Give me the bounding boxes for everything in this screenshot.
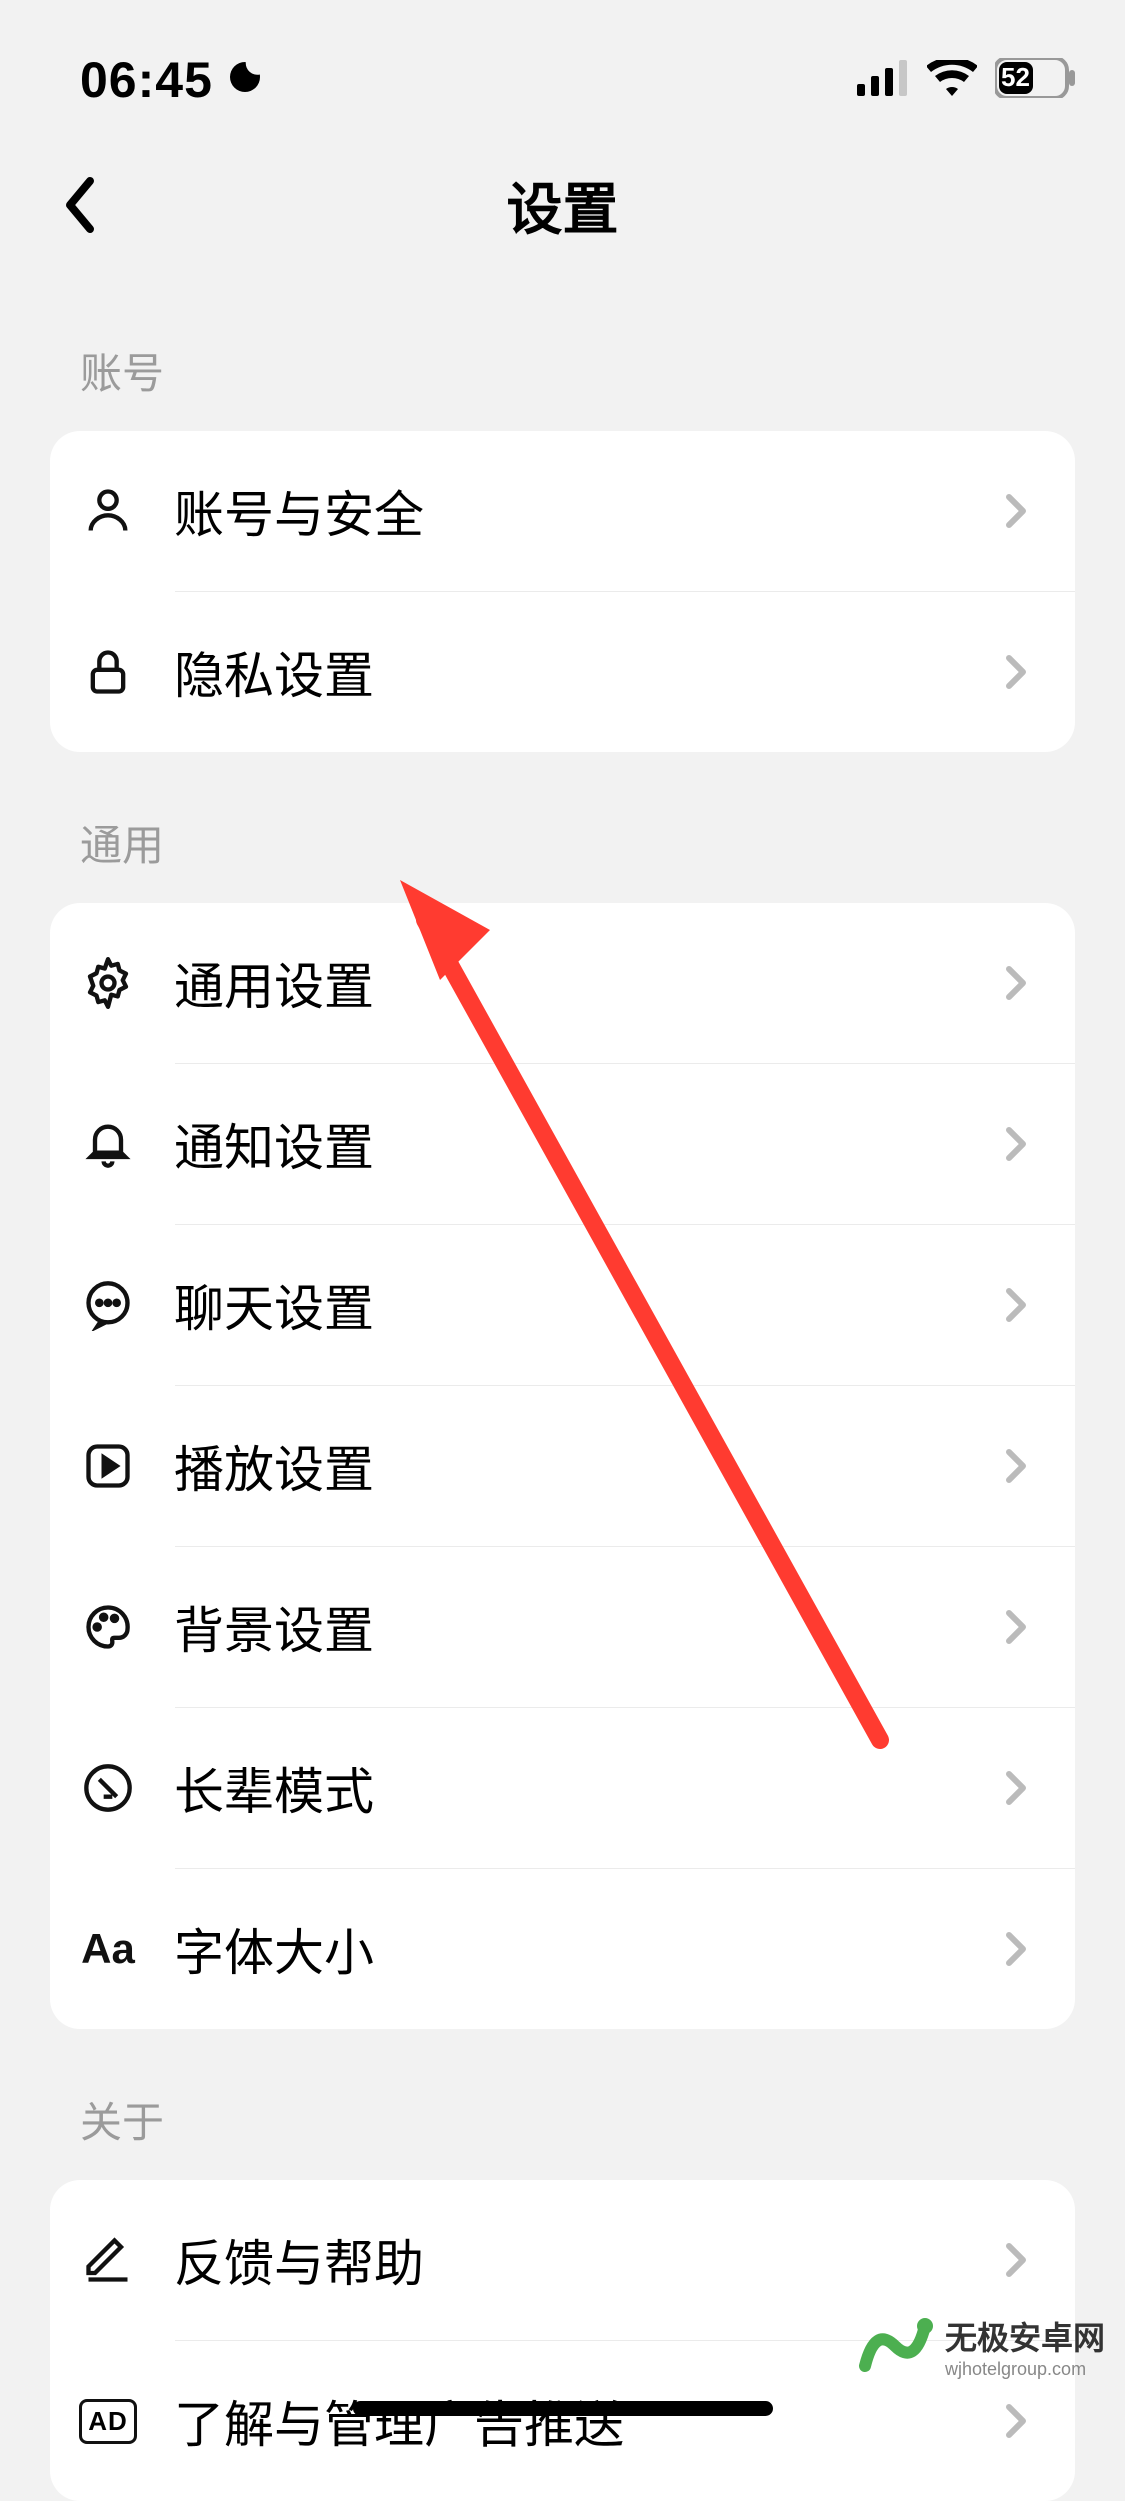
- section-header-general: 通用: [0, 752, 1125, 903]
- battery-level: 52: [1001, 62, 1030, 93]
- nav-header: 设置: [0, 130, 1125, 280]
- row-label: 了解与管理广告推送: [174, 2385, 999, 2457]
- row-background-settings[interactable]: 背景设置: [50, 1547, 1075, 1707]
- signal-icon: [857, 60, 909, 101]
- row-general-settings[interactable]: 通用设置: [50, 903, 1075, 1063]
- status-bar: 06:45 52: [0, 0, 1125, 130]
- elder-mode-icon: [80, 1760, 136, 1816]
- row-chat-settings[interactable]: 聊天设置: [50, 1225, 1075, 1385]
- status-indicators: 52: [857, 58, 1075, 103]
- font-size-icon: Aa: [80, 1921, 136, 1977]
- pencil-icon: [80, 2232, 136, 2288]
- back-button[interactable]: [50, 175, 110, 235]
- page-title: 设置: [507, 165, 619, 246]
- row-label: 账号与安全: [174, 475, 999, 547]
- card-general: 通用设置 通知设置 聊天设置 播放设置: [50, 903, 1075, 2029]
- row-label: 聊天设置: [174, 1269, 999, 1341]
- status-time: 06:45: [80, 51, 213, 109]
- wifi-icon: [927, 60, 977, 101]
- chevron-right-icon: [999, 1126, 1035, 1162]
- row-label: 背景设置: [174, 1591, 999, 1663]
- chevron-right-icon: [999, 1287, 1035, 1323]
- bell-icon: [80, 1116, 136, 1172]
- section-header-account: 账号: [0, 280, 1125, 431]
- gear-icon: [80, 955, 136, 1011]
- row-label: 字体大小: [174, 1913, 999, 1985]
- chevron-right-icon: [999, 654, 1035, 690]
- row-label: 反馈与帮助: [174, 2224, 999, 2296]
- watermark-sub: wjhotelgroup.com: [945, 2359, 1105, 2380]
- row-label: 隐私设置: [174, 636, 999, 708]
- moon-icon: [225, 51, 265, 109]
- lock-icon: [80, 644, 136, 700]
- chevron-right-icon: [999, 1931, 1035, 1967]
- row-label: 通用设置: [174, 947, 999, 1019]
- chevron-right-icon: [999, 965, 1035, 1001]
- play-icon: [80, 1438, 136, 1494]
- battery-icon: 52: [995, 58, 1075, 103]
- row-label: 播放设置: [174, 1430, 999, 1502]
- chevron-right-icon: [999, 493, 1035, 529]
- row-label: 通知设置: [174, 1108, 999, 1180]
- chevron-right-icon: [999, 1448, 1035, 1484]
- row-privacy[interactable]: 隐私设置: [50, 592, 1075, 752]
- ad-icon: AD: [80, 2393, 136, 2449]
- status-time-group: 06:45: [80, 51, 265, 109]
- row-font-size[interactable]: Aa 字体大小: [50, 1869, 1075, 2029]
- row-elder-mode[interactable]: 长辈模式: [50, 1708, 1075, 1868]
- watermark: 无极安卓网 wjhotelgroup.com: [855, 2306, 1105, 2386]
- row-playback-settings[interactable]: 播放设置: [50, 1386, 1075, 1546]
- section-header-about: 关于: [0, 2029, 1125, 2180]
- palette-icon: [80, 1599, 136, 1655]
- watermark-logo-icon: [855, 2306, 935, 2386]
- row-account-security[interactable]: 账号与安全: [50, 431, 1075, 591]
- chevron-right-icon: [999, 2403, 1035, 2439]
- chevron-right-icon: [999, 1770, 1035, 1806]
- home-indicator: [353, 2401, 773, 2416]
- watermark-title: 无极安卓网: [945, 2313, 1105, 2359]
- chat-icon: [80, 1277, 136, 1333]
- person-icon: [80, 483, 136, 539]
- chevron-right-icon: [999, 1609, 1035, 1645]
- chevron-right-icon: [999, 2242, 1035, 2278]
- row-notification-settings[interactable]: 通知设置: [50, 1064, 1075, 1224]
- card-account: 账号与安全 隐私设置: [50, 431, 1075, 752]
- row-label: 长辈模式: [174, 1752, 999, 1824]
